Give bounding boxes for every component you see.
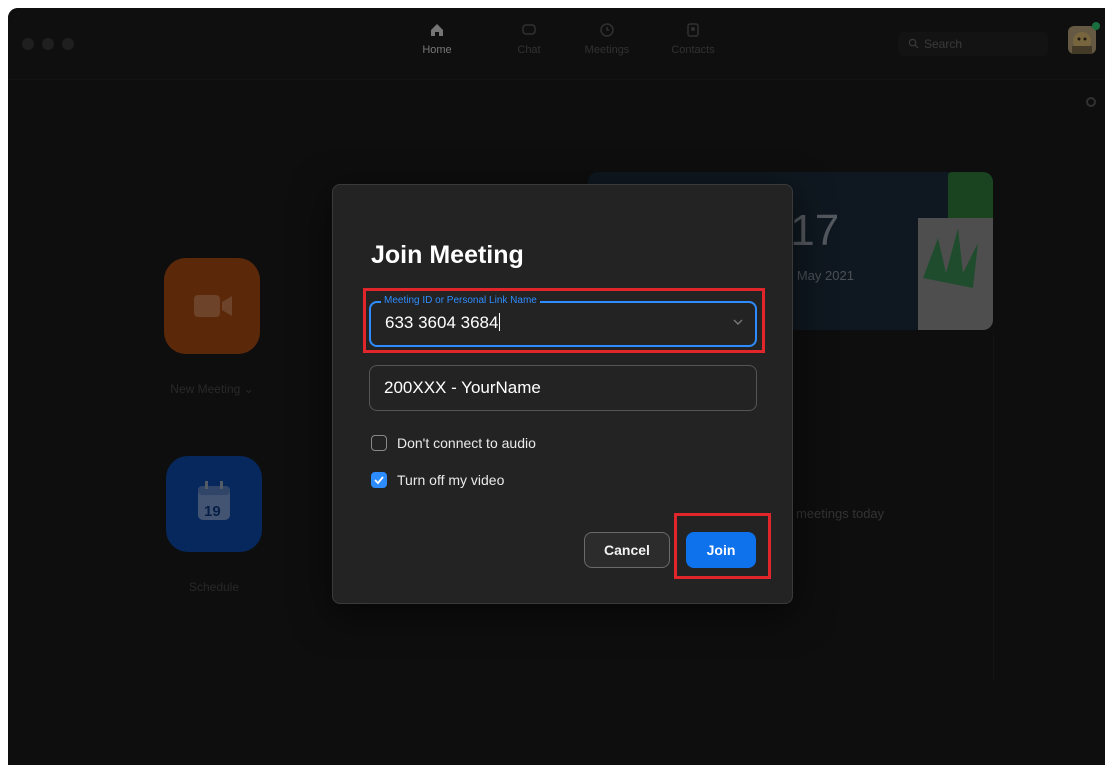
turn-off-video-label: Turn off my video — [397, 472, 505, 488]
dont-connect-audio-label: Don't connect to audio — [397, 435, 536, 451]
cancel-button[interactable]: Cancel — [584, 532, 670, 568]
turn-off-video-checkbox[interactable] — [371, 472, 387, 488]
checkmark-icon — [374, 476, 384, 485]
dont-connect-audio-option[interactable]: Don't connect to audio — [371, 435, 536, 451]
meeting-id-highlight — [363, 288, 765, 353]
dont-connect-audio-checkbox[interactable] — [371, 435, 387, 451]
turn-off-video-option[interactable]: Turn off my video — [371, 472, 504, 488]
name-field[interactable]: 200XXX - YourName — [369, 365, 757, 411]
join-button-highlight — [674, 513, 771, 579]
name-value: 200XXX - YourName — [384, 378, 541, 397]
dialog-title: Join Meeting — [371, 241, 524, 269]
